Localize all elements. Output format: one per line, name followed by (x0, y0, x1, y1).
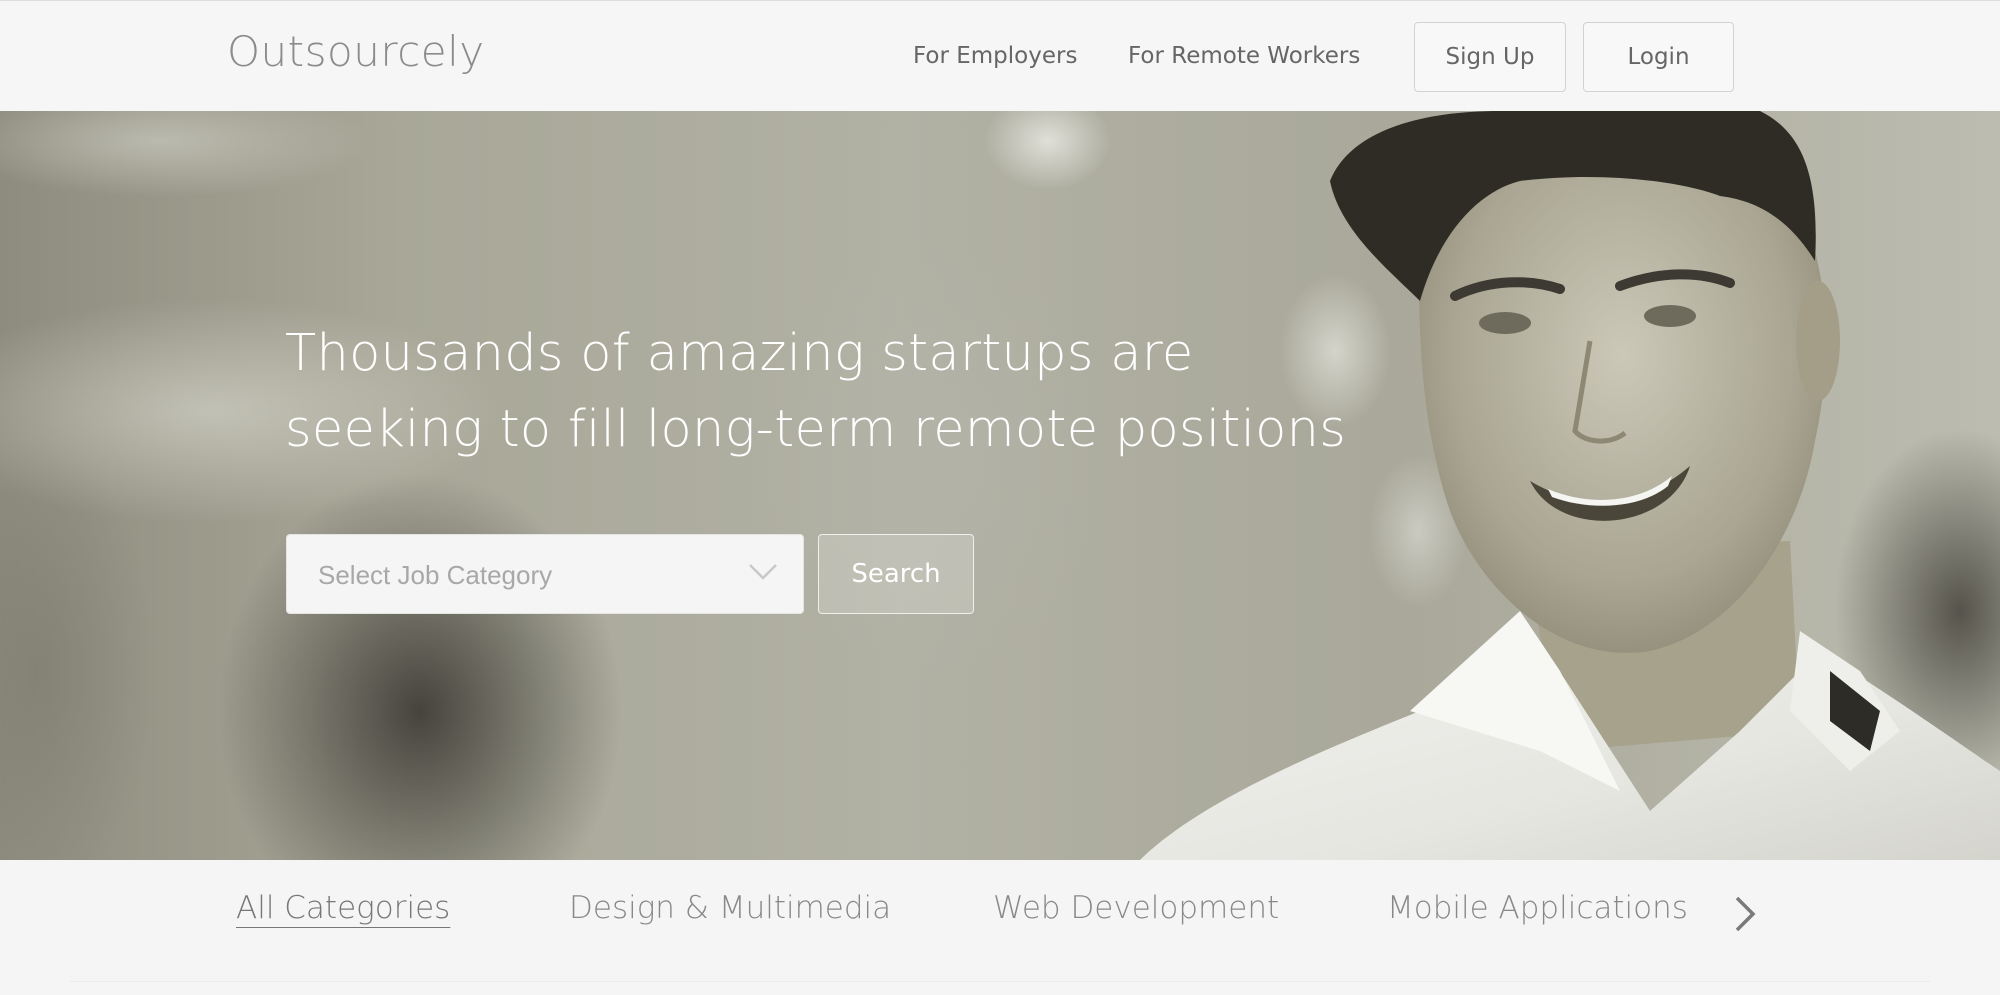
hero-headline-line-2: seeking to fill long-term remote positio… (285, 400, 1347, 459)
category-design-multimedia[interactable]: Design & Multimedia (569, 890, 891, 926)
search-button[interactable]: Search (818, 534, 974, 614)
login-button[interactable]: Login (1583, 22, 1734, 92)
site-header: Outsourcely For Employers For Remote Wor… (0, 0, 2000, 111)
chevron-right-icon[interactable] (1730, 893, 1760, 935)
hero-photo (1140, 111, 2000, 860)
category-web-development[interactable]: Web Development (993, 890, 1279, 926)
logo[interactable]: Outsourcely (227, 27, 485, 76)
nav-for-remote-workers[interactable]: For Remote Workers (1128, 43, 1360, 69)
job-category-placeholder: Select Job Category (318, 560, 553, 590)
category-bar: All Categories Design & Multimedia Web D… (0, 860, 2000, 995)
category-mobile-applications[interactable]: Mobile Applications (1387, 890, 1688, 926)
hero-banner: Thousands of amazing startups are seekin… (0, 111, 2000, 860)
category-divider (70, 981, 1930, 982)
job-category-select[interactable]: Select Job Category (286, 534, 804, 614)
nav-for-employers[interactable]: For Employers (913, 43, 1077, 69)
page: Outsourcely For Employers For Remote Wor… (0, 0, 2000, 995)
chevron-down-icon (749, 564, 777, 580)
hero-headline-line-1: Thousands of amazing startups are (285, 324, 1194, 383)
category-all[interactable]: All Categories (236, 890, 450, 926)
sign-up-button[interactable]: Sign Up (1414, 22, 1566, 92)
hero-headline: Thousands of amazing startups are seekin… (285, 316, 1385, 468)
